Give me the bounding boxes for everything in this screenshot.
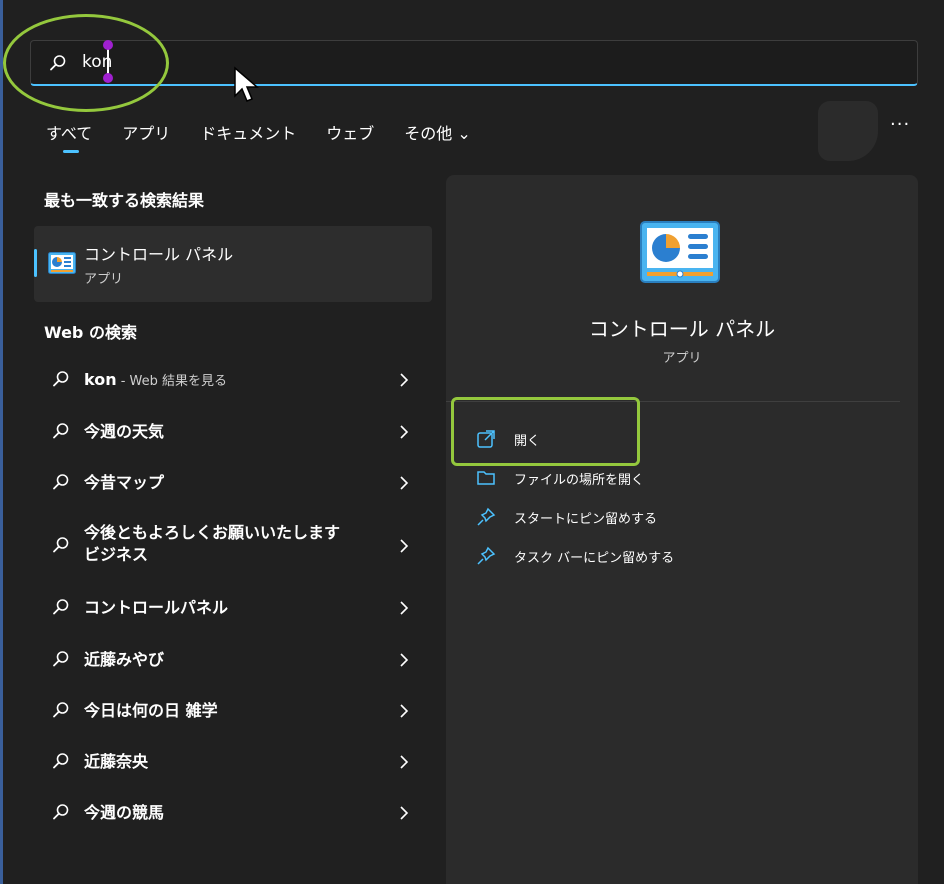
- web-result-label: 今週の競馬: [84, 803, 165, 822]
- chevron-right-icon: [400, 601, 409, 615]
- details-panel: コントロール パネル アプリ 開く ファイルの場所を開く スタートにピン留めする…: [446, 175, 918, 884]
- chevron-right-icon: [400, 373, 409, 387]
- web-result-label: 今昔マップ: [84, 473, 165, 492]
- chevron-right-icon: [400, 806, 409, 820]
- web-result-label: 今日は何の日 雑学: [84, 701, 218, 720]
- window-edge: [0, 0, 3, 884]
- pin-icon: [477, 507, 496, 526]
- web-result-item[interactable]: コントロールパネル: [34, 583, 432, 633]
- filter-tabs: すべて アプリ ドキュメント ウェブ その他 ⌄: [46, 120, 501, 153]
- web-result-label: 近藤奈央: [84, 752, 149, 771]
- chevron-right-icon: [400, 755, 409, 769]
- web-result-label: 今後ともよろしくお願いいたします ビジネス: [84, 523, 341, 564]
- best-match-title: コントロール パネル: [84, 245, 234, 264]
- tab-web[interactable]: ウェブ: [326, 120, 374, 144]
- web-result-item[interactable]: 今後ともよろしくお願いいたします ビジネス: [34, 513, 432, 577]
- search-icon: [53, 423, 69, 439]
- web-result-label: 今週の天気: [84, 422, 165, 441]
- web-result-item[interactable]: 今昔マップ: [34, 458, 432, 508]
- chevron-right-icon: [400, 425, 409, 439]
- selection-handle-bottom[interactable]: [103, 73, 113, 83]
- best-match-subtitle: アプリ: [84, 272, 124, 287]
- pin-to-taskbar-label: タスク バーにピン留めする: [514, 551, 675, 566]
- search-icon: [53, 599, 69, 615]
- search-box[interactable]: kon: [30, 40, 918, 86]
- pin-to-start-label: スタートにピン留めする: [514, 512, 658, 527]
- web-result-label: 近藤みやび: [84, 650, 165, 669]
- selection-handle-top[interactable]: [103, 40, 113, 50]
- web-result-label: kon - Web 結果を見る: [84, 369, 374, 393]
- pin-to-start-action[interactable]: スタートにピン留めする: [476, 502, 876, 532]
- chevron-right-icon: [400, 653, 409, 667]
- text-caret: [107, 46, 109, 76]
- control-panel-large-icon: [640, 221, 720, 283]
- control-panel-icon: [48, 252, 76, 274]
- web-result-item[interactable]: 近藤奈央: [34, 737, 432, 787]
- tab-apps[interactable]: アプリ: [122, 120, 170, 144]
- chevron-right-icon: [400, 476, 409, 490]
- divider: [446, 401, 900, 402]
- open-external-icon: [477, 430, 495, 448]
- details-subtitle: アプリ: [662, 351, 702, 366]
- search-icon: [53, 537, 69, 553]
- pin-to-taskbar-action[interactable]: タスク バーにピン留めする: [476, 541, 876, 571]
- mouse-cursor-icon: [234, 66, 259, 102]
- search-icon: [53, 702, 69, 718]
- search-icon: [50, 55, 66, 71]
- tab-all[interactable]: すべて: [46, 120, 92, 153]
- web-result-item[interactable]: 今週の天気: [34, 407, 432, 457]
- search-icon: [53, 804, 69, 820]
- search-icon: [53, 371, 69, 387]
- tab-documents[interactable]: ドキュメント: [200, 120, 296, 144]
- folder-icon: [477, 471, 495, 485]
- web-result-query: kon: [84, 370, 117, 389]
- web-result-item[interactable]: 近藤みやび: [34, 635, 432, 685]
- open-file-location-action[interactable]: ファイルの場所を開く: [476, 463, 876, 493]
- chevron-right-icon: [400, 704, 409, 718]
- web-result-item[interactable]: kon - Web 結果を見る: [34, 355, 432, 405]
- search-icon: [53, 651, 69, 667]
- search-icon: [53, 474, 69, 490]
- avatar[interactable]: [818, 101, 878, 161]
- chevron-right-icon: [400, 539, 409, 553]
- web-result-item[interactable]: 今日は何の日 雑学: [34, 686, 432, 736]
- open-file-location-label: ファイルの場所を開く: [514, 473, 645, 488]
- open-action[interactable]: 開く: [476, 424, 876, 454]
- selection-indicator: [34, 249, 37, 277]
- more-options-button[interactable]: ···: [890, 114, 910, 135]
- tab-more[interactable]: その他 ⌄: [404, 120, 471, 144]
- best-match-result[interactable]: コントロール パネル アプリ: [34, 226, 432, 302]
- web-result-item[interactable]: 今週の競馬: [34, 788, 432, 838]
- pin-icon: [477, 546, 496, 565]
- web-result-label: コントロールパネル: [84, 598, 229, 617]
- open-action-label: 開く: [514, 434, 541, 449]
- web-search-heading: Web の検索: [44, 323, 137, 342]
- details-title: コントロール パネル: [588, 317, 776, 341]
- web-result-suffix: - Web 結果を見る: [116, 374, 228, 389]
- search-icon: [53, 753, 69, 769]
- best-match-heading: 最も一致する検索結果: [44, 191, 205, 210]
